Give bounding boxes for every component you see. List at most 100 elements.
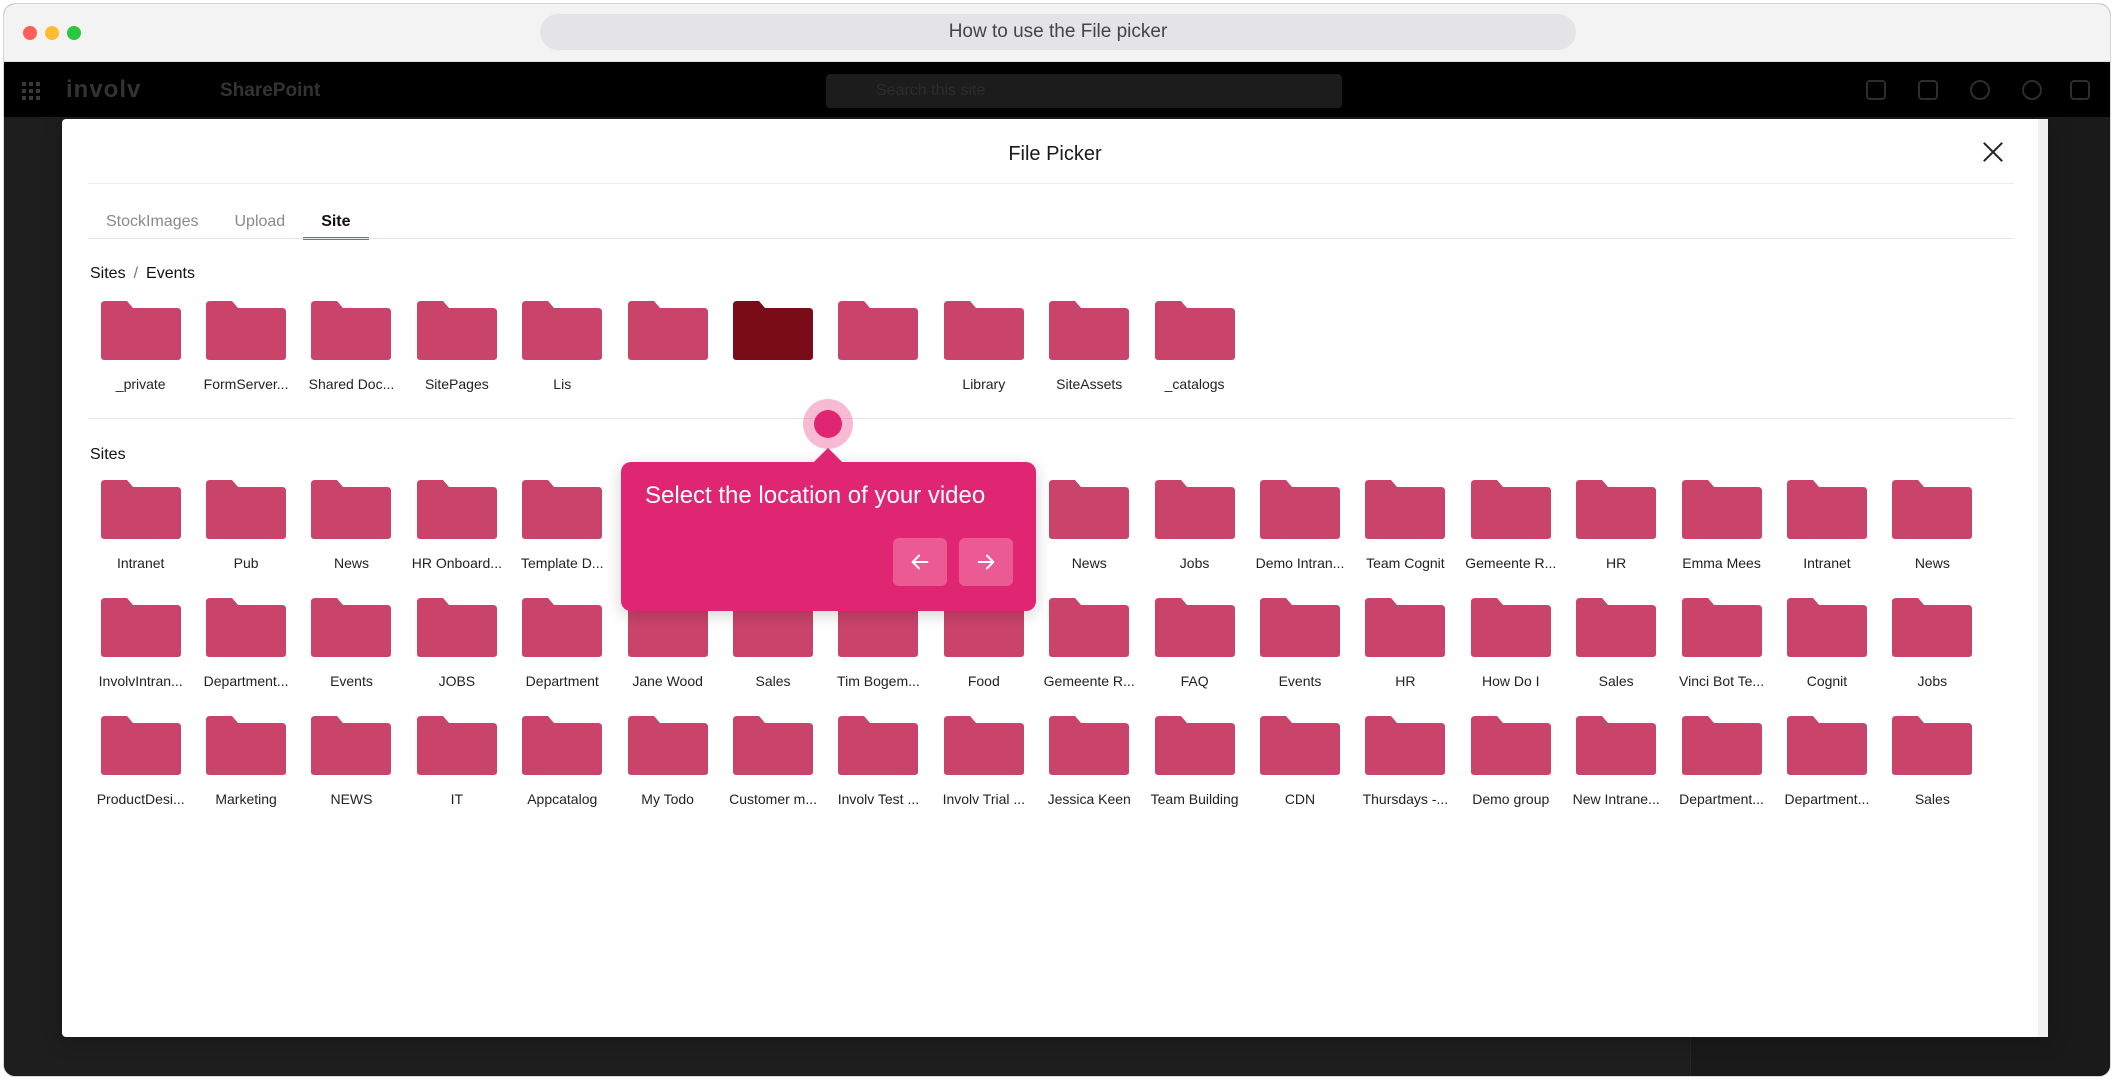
folder-label: SitePages <box>424 376 489 392</box>
folder-label <box>723 375 823 393</box>
avatar[interactable] <box>2070 80 2090 100</box>
folder-item[interactable]: Sales <box>1880 714 1985 808</box>
next-step-button[interactable] <box>959 538 1013 586</box>
folder-icon <box>1258 478 1342 540</box>
folder-item[interactable]: Pub <box>193 478 298 572</box>
folder-label: Intranet <box>1803 555 1851 571</box>
folder-item[interactable]: Appcatalog <box>510 714 615 808</box>
folder-item[interactable]: Gemeente R... <box>1458 478 1563 572</box>
folder-label: FormServer... <box>203 376 289 392</box>
folder-item[interactable]: Library <box>931 299 1036 393</box>
megaphone-icon[interactable] <box>1866 80 1886 100</box>
folder-label: FAQ <box>1180 673 1209 689</box>
maximize-window-icon[interactable] <box>67 26 81 40</box>
folder-item[interactable]: Involv Trial ... <box>931 714 1036 808</box>
folder-icon <box>1680 478 1764 540</box>
folder-item[interactable]: News <box>1037 478 1142 572</box>
folder-icon <box>1469 714 1553 776</box>
folder-item[interactable]: Department <box>510 596 615 690</box>
folder-item[interactable]: Team Cognit <box>1353 478 1458 572</box>
folder-item[interactable]: Involv Test ... <box>826 714 931 808</box>
folder-item[interactable]: HR Onboard... <box>404 478 509 572</box>
folder-item[interactable]: Marketing <box>193 714 298 808</box>
folder-item[interactable]: Thursdays -... <box>1353 714 1458 808</box>
folder-item[interactable]: HR <box>1563 478 1668 572</box>
address-bar[interactable]: How to use the File picker <box>540 14 1576 50</box>
folder-item[interactable]: Department... <box>1774 714 1879 808</box>
tab-upload[interactable]: Upload <box>216 204 303 240</box>
folder-item[interactable]: ProductDesi... <box>88 714 193 808</box>
folder-item[interactable]: Gemeente R... <box>1037 596 1142 690</box>
tab-stockimages[interactable]: StockImages <box>88 204 216 240</box>
site-search-input[interactable]: Search this site <box>826 74 1342 108</box>
hotspot-dot[interactable] <box>814 410 842 438</box>
folder-item[interactable]: Lis <box>510 299 615 393</box>
folder-label: Customer m... <box>729 791 817 807</box>
folder-item[interactable]: Department... <box>193 596 298 690</box>
folder-item[interactable]: Events <box>1247 596 1352 690</box>
folder-item[interactable]: How Do I <box>1458 596 1563 690</box>
folder-item[interactable]: Emma Mees <box>1669 478 1774 572</box>
previous-step-button[interactable] <box>893 538 947 586</box>
folder-item[interactable] <box>615 299 720 393</box>
folder-item[interactable]: IT <box>404 714 509 808</box>
breadcrumb-events[interactable]: Events <box>146 265 195 283</box>
folder-item[interactable]: Cognit <box>1774 596 1879 690</box>
folder-item[interactable]: Intranet <box>1774 478 1879 572</box>
folder-item[interactable]: New Intrane... <box>1563 714 1668 808</box>
folder-item[interactable]: _private <box>88 299 193 393</box>
folder-item[interactable]: News <box>1880 478 1985 572</box>
folder-label: Team Building <box>1150 791 1239 807</box>
folder-item[interactable]: Template D... <box>510 478 615 572</box>
arrow-right-icon <box>977 554 995 570</box>
folder-item[interactable]: My Todo <box>615 714 720 808</box>
folder-item[interactable]: News <box>299 478 404 572</box>
folder-item[interactable]: Events <box>299 596 404 690</box>
gear-icon[interactable] <box>1970 80 1990 100</box>
dialog-scrollbar[interactable] <box>2038 119 2048 1037</box>
close-dialog-button[interactable] <box>1976 135 2010 169</box>
folder-item[interactable]: SitePages <box>404 299 509 393</box>
folder-item[interactable]: NEWS <box>299 714 404 808</box>
close-window-icon[interactable] <box>23 26 37 40</box>
folder-item[interactable]: Jobs <box>1880 596 1985 690</box>
help-icon[interactable] <box>2022 80 2042 100</box>
folder-item[interactable]: Intranet <box>88 478 193 572</box>
folder-item[interactable] <box>720 299 825 393</box>
folder-item[interactable]: Customer m... <box>720 714 825 808</box>
folder-label: Jobs <box>1179 555 1210 571</box>
folder-item[interactable]: Shared Doc... <box>299 299 404 393</box>
folder-item[interactable]: JOBS <box>404 596 509 690</box>
folder-label: CDN <box>1284 791 1316 807</box>
folder-label: Intranet <box>116 555 165 571</box>
folder-item[interactable]: Department... <box>1669 714 1774 808</box>
tab-site[interactable]: Site <box>303 204 369 240</box>
breadcrumb-separator: / <box>133 265 139 282</box>
minimize-window-icon[interactable] <box>45 26 59 40</box>
app-launcher-icon[interactable] <box>22 82 40 100</box>
breadcrumb-sites[interactable]: Sites <box>90 265 126 283</box>
folder-icon <box>309 596 393 658</box>
folder-item[interactable]: InvolvIntran... <box>88 596 193 690</box>
people-icon[interactable] <box>1918 80 1938 100</box>
folder-item[interactable]: Jessica Keen <box>1037 714 1142 808</box>
folder-item[interactable]: SiteAssets <box>1037 299 1142 393</box>
folder-item[interactable]: Vinci Bot Te... <box>1669 596 1774 690</box>
folder-item[interactable]: FAQ <box>1142 596 1247 690</box>
folder-item[interactable]: Demo group <box>1458 714 1563 808</box>
folder-item[interactable] <box>826 299 931 393</box>
folder-icon <box>1890 478 1974 540</box>
folder-item[interactable]: Jobs <box>1142 478 1247 572</box>
folder-icon <box>1890 714 1974 776</box>
folder-item[interactable]: _catalogs <box>1142 299 1247 393</box>
folder-item[interactable]: FormServer... <box>193 299 298 393</box>
folder-item[interactable]: Sales <box>1563 596 1668 690</box>
folder-item[interactable]: CDN <box>1247 714 1352 808</box>
folder-icon <box>836 714 920 776</box>
folder-icon <box>836 299 920 361</box>
folder-label: SiteAssets <box>1056 376 1123 392</box>
folder-item[interactable]: Team Building <box>1142 714 1247 808</box>
folder-label: HR Onboard... <box>411 555 502 571</box>
folder-item[interactable]: HR <box>1353 596 1458 690</box>
folder-item[interactable]: Demo Intran... <box>1247 478 1352 572</box>
